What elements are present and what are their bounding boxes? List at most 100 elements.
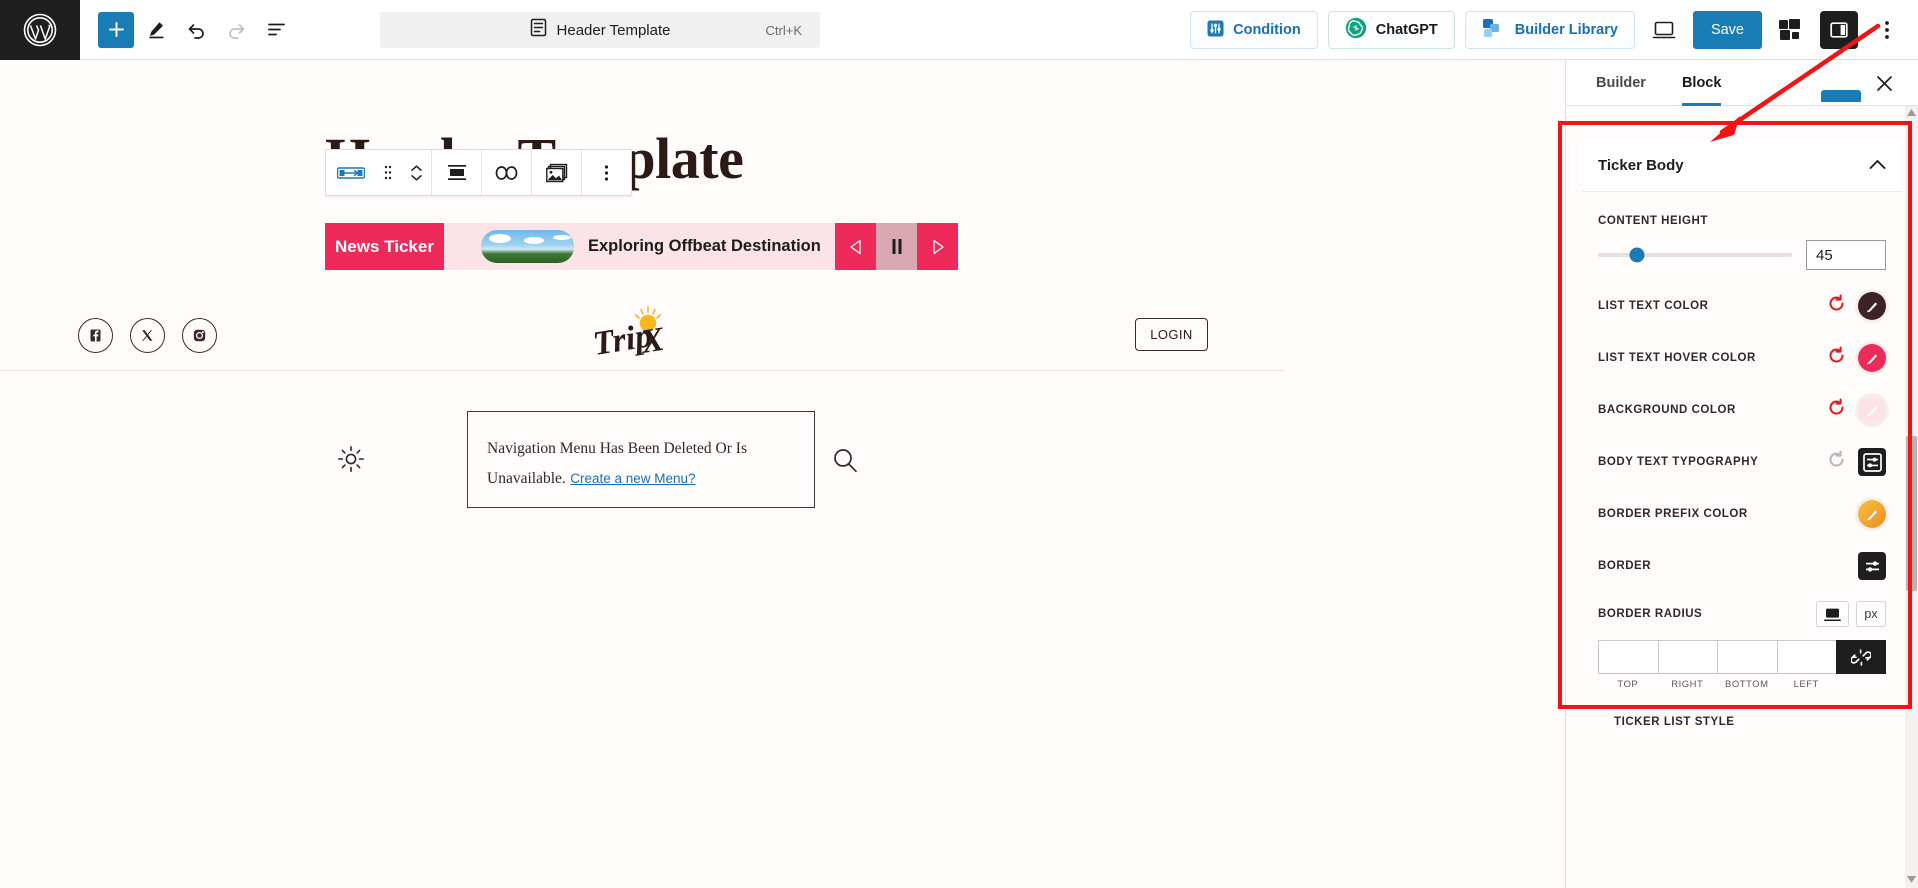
sidebar-tabs: Builder Block [1566, 60, 1918, 106]
ticker-headline[interactable]: Exploring Offbeat Destination [588, 237, 821, 256]
x-twitter-icon[interactable] [130, 318, 165, 353]
search-magnifier-icon[interactable] [832, 447, 858, 478]
close-x-icon[interactable] [1872, 71, 1896, 95]
sidebar-scrollbar[interactable] [1905, 106, 1918, 888]
unit-px-button[interactable]: px [1856, 601, 1886, 627]
instagram-icon[interactable] [182, 318, 217, 353]
document-shortcut: Ctrl+K [765, 22, 802, 38]
link-icon[interactable] [482, 150, 531, 195]
builder-library-icon [1482, 17, 1506, 43]
login-button[interactable]: LOGIN [1135, 318, 1208, 351]
triangle-left-icon[interactable] [835, 223, 876, 270]
social-links [78, 318, 217, 353]
edit-tool-button[interactable] [138, 12, 174, 48]
body-text-typography-row: BODY TEXT TYPOGRAPHY [1582, 436, 1902, 488]
content-height-input[interactable] [1806, 240, 1886, 270]
drag-handle-icon[interactable] [375, 150, 401, 195]
document-icon [530, 18, 547, 42]
ticker-body: Exploring Offbeat Destination [444, 223, 835, 270]
save-button[interactable]: Save [1692, 11, 1762, 49]
wordpress-logo[interactable] [0, 0, 80, 60]
reset-icon[interactable] [1827, 294, 1846, 318]
tab-block[interactable]: Block [1682, 60, 1722, 106]
list-text-hover-color-row: LIST TEXT HOVER COLOR [1582, 332, 1902, 384]
sun-brightness-icon[interactable] [337, 445, 365, 478]
list-text-hover-color-swatch[interactable] [1858, 344, 1886, 372]
sidebar-toggle-button[interactable] [1820, 11, 1858, 49]
chatgpt-button[interactable]: ChatGPT [1327, 11, 1455, 49]
accordion-title: Ticker Body [1598, 157, 1684, 174]
pause-icon[interactable] [876, 223, 917, 270]
chevron-up-icon[interactable] [1869, 157, 1886, 175]
sidebar-panel-scroll: Ticker Body Content Height LIST TEXT COL… [1566, 106, 1918, 888]
tab-indicator-stub [1821, 90, 1861, 102]
editor-top-bar: Header Template Ctrl+K Condition ChatGPT… [0, 0, 1918, 60]
align-icon[interactable] [432, 150, 481, 195]
content-height-label: Content Height [1598, 215, 1708, 227]
reset-icon-disabled[interactable] [1827, 450, 1846, 474]
news-ticker-block[interactable]: News Ticker Exploring Offbeat Destinatio… [325, 223, 958, 270]
scroll-up-arrow[interactable] [1906, 108, 1917, 117]
list-text-color-swatch[interactable] [1858, 292, 1886, 320]
border-radius-inputs [1582, 636, 1902, 674]
border-radius-left-input[interactable] [1776, 640, 1836, 674]
document-overview-button[interactable] [258, 12, 294, 48]
side-label-spacer [1836, 679, 1886, 690]
border-radius-side-labels: TOP RIGHT BOTTOM LEFT [1582, 674, 1902, 690]
typography-settings-icon[interactable] [1858, 448, 1886, 476]
side-label-bottom: BOTTOM [1725, 679, 1769, 690]
desktop-view-button[interactable] [1645, 11, 1683, 49]
header-divider [0, 370, 1285, 371]
chatgpt-icon [1345, 17, 1367, 43]
border-radius-bottom-input[interactable] [1717, 640, 1777, 674]
more-options-icon[interactable] [582, 150, 631, 195]
list-text-color-label: LIST TEXT COLOR [1598, 300, 1709, 312]
ticker-list-style-section: TICKER LIST STYLE [1582, 690, 1902, 730]
border-radius-right-input[interactable] [1657, 640, 1717, 674]
builder-library-button[interactable]: Builder Library [1464, 11, 1635, 49]
desktop-device-icon[interactable] [1816, 601, 1849, 627]
border-settings-icon[interactable] [1858, 552, 1886, 580]
scrollbar-thumb[interactable] [1906, 436, 1917, 591]
undo-button[interactable] [178, 12, 214, 48]
tab-builder[interactable]: Builder [1596, 60, 1646, 106]
image-icon[interactable] [532, 150, 581, 195]
border-prefix-color-label: BORDER PREFIX COLOR [1598, 508, 1748, 520]
content-height-slider-row [1582, 234, 1902, 280]
border-label: BORDER [1598, 560, 1652, 572]
reset-icon[interactable] [1827, 398, 1846, 422]
chatgpt-label: ChatGPT [1375, 22, 1438, 38]
condition-button[interactable]: Condition [1190, 11, 1318, 49]
landscape-thumbnail [481, 230, 574, 263]
settings-sidebar: Builder Block Ticker Body Content Height [1558, 60, 1918, 888]
add-block-button[interactable] [98, 11, 134, 48]
triangle-right-icon[interactable] [917, 223, 958, 270]
facebook-icon[interactable] [78, 318, 113, 353]
block-type-icon[interactable] [326, 150, 375, 195]
slider-knob[interactable] [1629, 247, 1645, 263]
content-height-slider[interactable] [1598, 247, 1792, 263]
editor-canvas: Header Template [0, 60, 1565, 888]
accordion-ticker-body[interactable]: Ticker Body [1582, 140, 1902, 192]
document-title: Header Template [556, 21, 671, 39]
create-new-menu-link[interactable]: Create a new Menu? [570, 471, 695, 486]
body-text-typography-label: BODY TEXT TYPOGRAPHY [1598, 456, 1759, 468]
border-prefix-color-swatch[interactable] [1858, 500, 1886, 528]
border-radius-row: BORDER RADIUS px [1582, 592, 1902, 636]
builder-library-label: Builder Library [1514, 22, 1618, 38]
border-radius-top-input[interactable] [1598, 640, 1658, 674]
tripx-logo: Trip X [585, 303, 700, 368]
move-updown-icon[interactable] [401, 164, 431, 182]
more-options-button[interactable] [1868, 11, 1906, 49]
layers-button[interactable] [1772, 11, 1810, 49]
side-label-left: LEFT [1793, 679, 1819, 690]
scroll-down-arrow[interactable] [1906, 875, 1917, 884]
document-title-chip[interactable]: Header Template Ctrl+K [380, 12, 820, 48]
top-bar-actions: Condition ChatGPT Builder Library Save [1190, 0, 1918, 60]
background-color-row: BACKGROUND COLOR [1582, 384, 1902, 436]
side-label-right: RIGHT [1671, 679, 1704, 690]
unlink-icon[interactable] [1836, 640, 1886, 674]
redo-button[interactable] [218, 12, 254, 48]
reset-icon[interactable] [1827, 346, 1846, 370]
background-color-swatch[interactable] [1858, 396, 1886, 424]
